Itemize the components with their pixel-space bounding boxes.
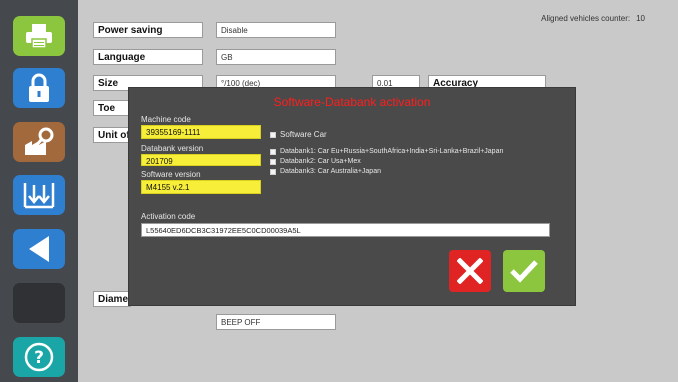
- counter-value: 10: [636, 14, 645, 23]
- checkbox[interactable]: [270, 131, 276, 138]
- option-software-car[interactable]: Software Car: [270, 130, 327, 139]
- lock-icon: [29, 73, 49, 102]
- back-button[interactable]: [13, 229, 65, 269]
- beep-value[interactable]: BEEP OFF: [216, 314, 336, 330]
- cancel-button[interactable]: [449, 250, 491, 292]
- databank-version-caption: Databank version: [141, 144, 204, 153]
- software-version-field[interactable]: M4155 v.2.1: [141, 180, 261, 194]
- machine-code-field[interactable]: 39355169-1111: [141, 125, 261, 139]
- option-databank2[interactable]: Databank2: Car Usa+Mex: [270, 158, 361, 165]
- checkbox[interactable]: [270, 168, 276, 175]
- wrench-factory-icon: [25, 127, 54, 155]
- language-label: Language: [93, 49, 203, 65]
- confirm-button[interactable]: [503, 250, 545, 292]
- databank-version-field[interactable]: 201709: [141, 154, 261, 166]
- language-value[interactable]: GB: [216, 49, 336, 65]
- activation-dialog: Software-Databank activation Machine cod…: [129, 88, 575, 305]
- help-glyph: ?: [34, 348, 44, 368]
- activation-code-caption: Activation code: [141, 212, 196, 221]
- software-version-caption: Software version: [141, 170, 201, 179]
- dialog-title: Software-Databank activation: [273, 95, 431, 109]
- option-databank3[interactable]: Databank3: Car Australia+Japan: [270, 168, 381, 175]
- unit-of-label: Unit of: [93, 127, 131, 143]
- activation-code-field[interactable]: L55640ED6DCB3C31972EE5C0CD00039A5L: [141, 223, 550, 237]
- download-button[interactable]: [13, 175, 65, 215]
- sidebar: ?: [0, 0, 78, 382]
- lock-button[interactable]: [13, 68, 65, 108]
- toe-label: Toe: [93, 100, 131, 116]
- checkbox[interactable]: [270, 158, 276, 165]
- power-saving-value[interactable]: Disable: [216, 22, 336, 38]
- blank-button[interactable]: [13, 283, 65, 323]
- option-label: Databank1: Car Eu+Russia+SouthAfrica+Ind…: [280, 148, 504, 155]
- option-label: Databank3: Car Australia+Japan: [280, 168, 381, 175]
- power-saving-label: Power saving: [93, 22, 203, 38]
- print-button[interactable]: [13, 16, 65, 56]
- diameter-label: Diamet: [93, 291, 131, 307]
- close-icon: [457, 258, 483, 284]
- aligned-vehicles-counter: Aligned vehicles counter: 10: [535, 14, 645, 23]
- printer-icon: [26, 24, 52, 49]
- option-label: Databank2: Car Usa+Mex: [280, 158, 361, 165]
- help-icon: ?: [24, 342, 54, 372]
- machine-code-caption: Machine code: [141, 115, 191, 124]
- checkmark-icon: [510, 260, 538, 283]
- back-arrow-icon: [29, 236, 49, 262]
- option-label: Software Car: [280, 130, 327, 139]
- service-button[interactable]: [13, 122, 65, 162]
- help-button[interactable]: ?: [13, 337, 65, 377]
- checkbox[interactable]: [270, 148, 276, 155]
- counter-label: Aligned vehicles counter:: [541, 14, 631, 23]
- option-databank1[interactable]: Databank1: Car Eu+Russia+SouthAfrica+Ind…: [270, 148, 503, 155]
- app-window: ? Aligned vehicles counter: 10 Power savi…: [0, 0, 678, 382]
- download-arrows-icon: [23, 183, 55, 209]
